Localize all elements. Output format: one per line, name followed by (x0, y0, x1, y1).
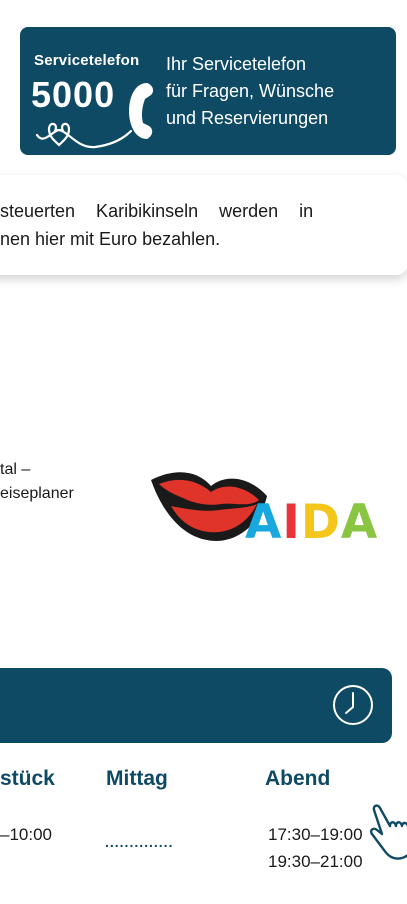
logo-small-text: Servicetelefon (34, 52, 140, 69)
swipe-hand-icon (369, 804, 407, 860)
info-text-line-1: esteuerten Karibikinseln werden in (0, 201, 314, 221)
aida-logo[interactable]: AIDA (145, 462, 405, 552)
heart-icon (35, 122, 133, 149)
column-header-breakfast: stück (0, 767, 55, 790)
info-text-line-2: nnen hier mit Euro bezahlen. (0, 229, 221, 249)
meal-times-header[interactable] (0, 668, 392, 743)
portal-line-1: tal – (0, 461, 31, 478)
servicetelefon-logo: Servicetelefon 5000 (30, 45, 175, 165)
service-description: Ihr Servicetelefon für Fragen, Wünsche u… (166, 51, 334, 132)
aida-letter-a2: A (340, 495, 379, 550)
aida-wordmark: AIDA (245, 495, 378, 550)
dinner-time-1: 17:30–19:00 (268, 825, 363, 844)
logo-number: 5000 (31, 74, 116, 115)
currency-info-card: esteuerten Karibikinseln werden in nnen … (0, 175, 407, 275)
service-line-2: für Fragen, Wünsche (166, 81, 335, 101)
service-line-3: und Reservierungen (166, 108, 329, 128)
portal-text[interactable]: tal – eiseplaner (0, 458, 74, 506)
breakfast-time: –10:00 (0, 825, 52, 844)
column-header-dinner: Abend (265, 767, 331, 790)
aida-letter-i: I (282, 495, 301, 550)
aida-letter-a1: A (245, 495, 283, 550)
column-header-lunch: Mittag (106, 767, 168, 790)
lunch-placeholder: .............. (105, 834, 174, 850)
clock-icon (333, 685, 373, 725)
aida-letter-d: D (300, 495, 341, 550)
portal-line-2: eiseplaner (0, 485, 74, 502)
service-phone-card[interactable]: Servicetelefon 5000 Ihr Servicetelefon f… (20, 27, 396, 155)
dinner-time-2: 19:30–21:00 (268, 852, 363, 871)
service-line-1: Ihr Servicetelefon (166, 54, 307, 74)
